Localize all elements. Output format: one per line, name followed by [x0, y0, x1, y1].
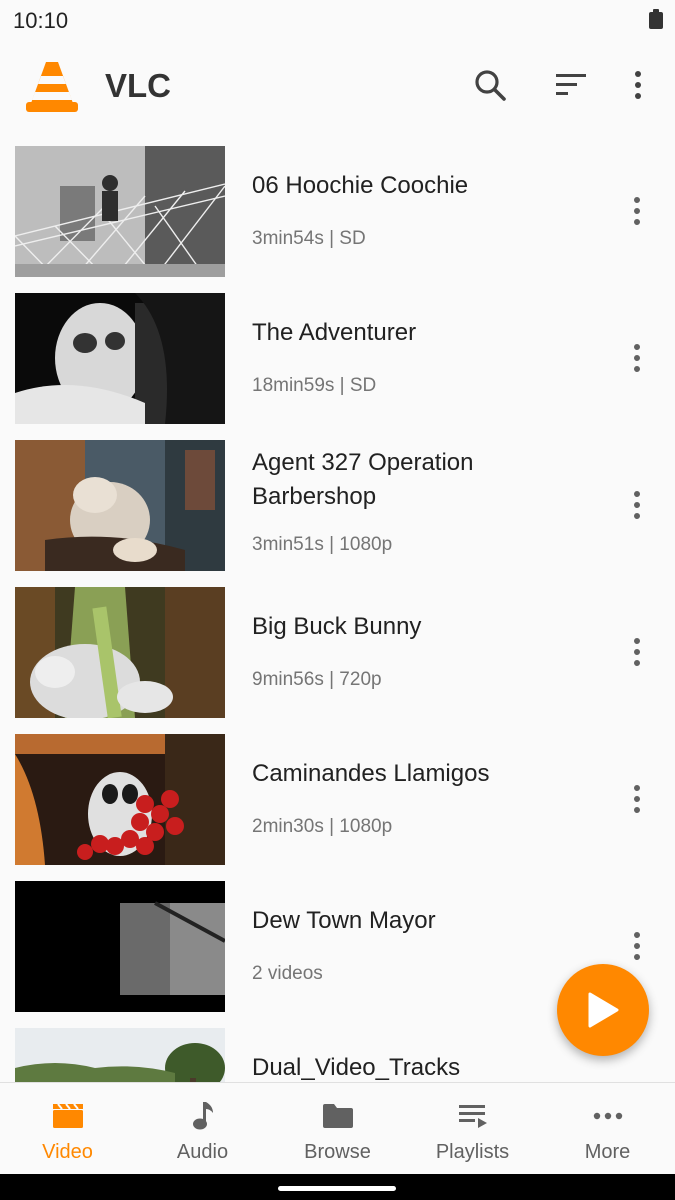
video-thumbnail	[15, 734, 225, 865]
nav-more[interactable]: More	[540, 1083, 675, 1175]
video-title: Dew Town Mayor	[252, 907, 436, 934]
status-time: 10:10	[13, 8, 69, 33]
nav-browse-label: Browse	[304, 1141, 371, 1163]
video-row-big-buck-bunny[interactable]: Big Buck Bunny 9min56s | 720p	[0, 573, 675, 720]
nav-browse[interactable]: Browse	[270, 1083, 405, 1175]
video-title: 06 Hoochie Coochie	[252, 172, 469, 199]
play-all-fab[interactable]	[557, 964, 649, 1056]
more-horizontal-icon	[593, 1112, 622, 1120]
video-row-more-button[interactable]	[625, 926, 649, 966]
video-thumbnail	[15, 146, 225, 277]
nav-audio[interactable]: Audio	[135, 1083, 270, 1175]
nav-playlists-label: Playlists	[435, 1141, 510, 1163]
video-row-hoochie-coochie[interactable]: 06 Hoochie Coochie 3min54s | SD	[0, 132, 675, 279]
video-thumbnail	[15, 881, 225, 1012]
video-title: Agent 327 Operation Barbershop	[252, 449, 474, 510]
app-bar: VLC	[0, 40, 675, 132]
overflow-menu-button[interactable]	[616, 63, 660, 107]
video-subtitle: 18min59s | SD	[252, 375, 377, 396]
home-gesture-handle[interactable]	[278, 1186, 396, 1191]
video-row-more-button[interactable]	[625, 485, 649, 525]
vlc-cone-logo-icon	[26, 58, 78, 112]
video-title: Caminandes Llamigos	[252, 760, 490, 787]
music-note-icon	[192, 1102, 213, 1130]
playlist-icon	[458, 1105, 487, 1128]
video-row-caminandes-llamigos[interactable]: Caminandes Llamigos 2min30s | 1080p	[0, 720, 675, 867]
app-title: VLC	[105, 67, 171, 104]
video-subtitle: 2 videos	[252, 963, 323, 984]
sort-button[interactable]	[549, 63, 593, 107]
play-icon	[588, 992, 619, 1028]
nav-playlists[interactable]: Playlists	[405, 1083, 540, 1175]
video-subtitle: 3min54s | SD	[252, 228, 366, 249]
more-vertical-icon	[635, 71, 641, 99]
video-title: Dual_Video_Tracks	[252, 1054, 461, 1081]
video-title: The Adventurer	[252, 319, 417, 346]
sort-icon	[556, 74, 586, 95]
video-row-more-button[interactable]	[625, 338, 649, 378]
video-thumbnail	[15, 293, 225, 424]
system-navigation-bar	[0, 1174, 675, 1200]
video-list: 06 Hoochie Coochie 3min54s | SD The Adve…	[0, 132, 675, 1082]
nav-more-label: More	[584, 1141, 631, 1163]
video-row-more-button[interactable]	[625, 191, 649, 231]
nav-video-label: Video	[42, 1141, 93, 1163]
battery-icon	[649, 9, 663, 29]
video-subtitle: 3min51s | 1080p	[252, 534, 393, 555]
nav-audio-label: Audio	[176, 1141, 229, 1163]
video-thumbnail	[15, 587, 225, 718]
video-subtitle: 9min56s | 720p	[252, 669, 382, 690]
video-row-more-button[interactable]	[625, 779, 649, 819]
video-row-the-adventurer[interactable]: The Adventurer 18min59s | SD	[0, 279, 675, 426]
video-subtitle: 2min30s | 1080p	[252, 816, 393, 837]
search-icon	[475, 70, 506, 101]
video-thumbnail	[15, 440, 225, 571]
video-title: Big Buck Bunny	[252, 613, 422, 640]
video-row-more-button[interactable]	[625, 632, 649, 672]
bottom-navigation: Video Audio Browse Playlists More	[0, 1082, 675, 1175]
video-row-agent-327[interactable]: Agent 327 Operation Barbershop 3min51s |…	[0, 426, 675, 573]
clapperboard-icon	[52, 1103, 83, 1128]
status-bar: 10:10	[0, 0, 675, 40]
folder-icon	[322, 1104, 353, 1128]
video-thumbnail	[15, 1028, 225, 1082]
search-button[interactable]	[468, 63, 512, 107]
nav-video[interactable]: Video	[0, 1083, 135, 1175]
